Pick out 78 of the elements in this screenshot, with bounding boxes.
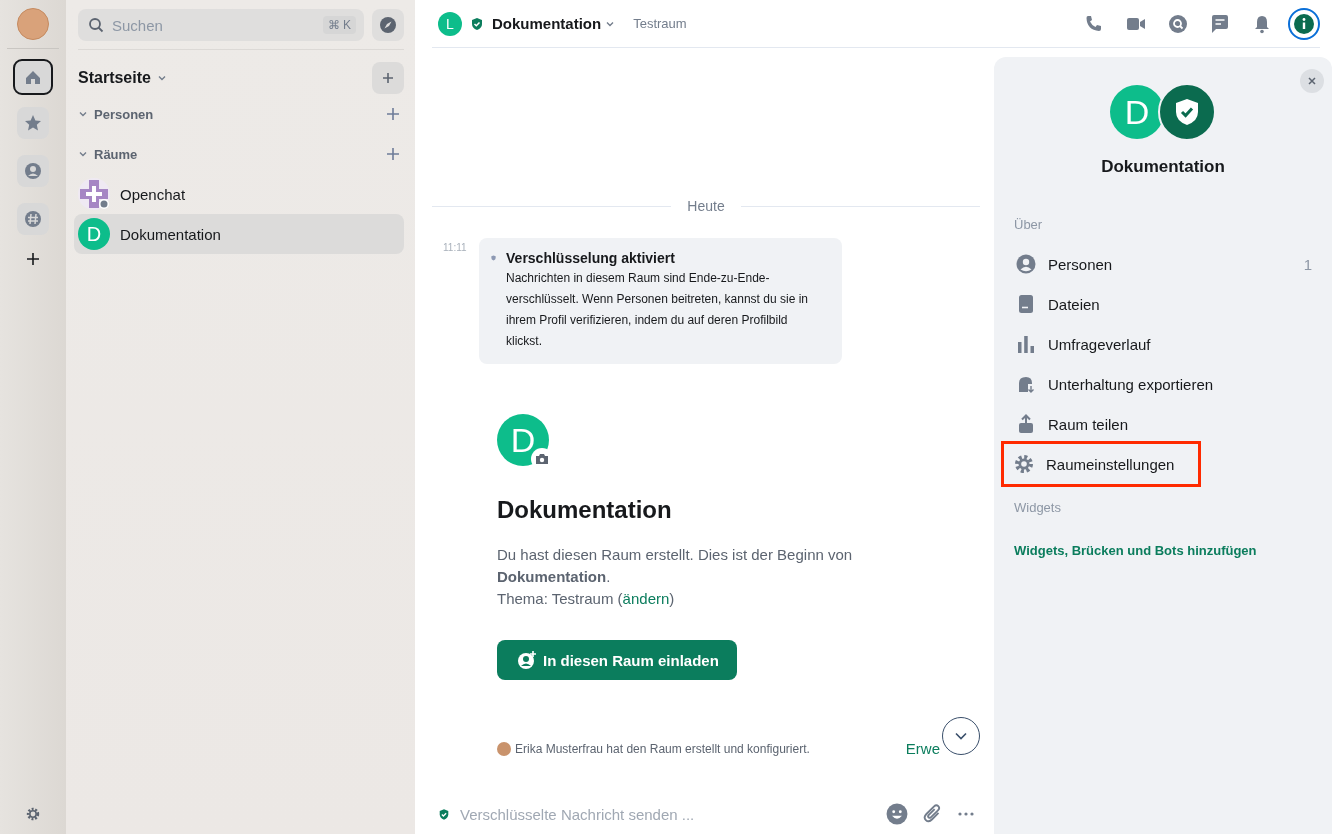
section-heading: Über bbox=[1014, 217, 1044, 232]
shortcut-hint: ⌘ K bbox=[322, 16, 356, 34]
shield-check-icon bbox=[470, 16, 484, 31]
member-count: 1 bbox=[1303, 255, 1312, 273]
room-title: Dokumentation bbox=[1100, 157, 1226, 177]
chat-icon bbox=[1210, 13, 1230, 34]
person-icon bbox=[23, 161, 43, 181]
bar-chart-icon bbox=[1016, 334, 1036, 354]
scroll-down-button[interactable] bbox=[942, 716, 980, 755]
home-menu-button[interactable]: Startseite bbox=[78, 69, 167, 87]
panel-menu-item[interactable]: Personen 1 bbox=[1014, 244, 1312, 284]
room-name-button[interactable]: Dokumentation bbox=[492, 15, 616, 32]
room-avatar: D bbox=[497, 414, 549, 466]
compass-icon bbox=[379, 16, 397, 34]
notice-title: Verschlüsselung aktiviert bbox=[506, 250, 676, 266]
change-topic-link[interactable]: ändern bbox=[622, 590, 670, 607]
expand-link[interactable]: Erwe bbox=[905, 740, 940, 757]
panel-menu-item[interactable]: Raum teilen bbox=[1014, 404, 1312, 444]
more-icon bbox=[958, 812, 974, 816]
plus-icon bbox=[25, 251, 41, 267]
search-icon bbox=[88, 17, 104, 33]
add-button[interactable] bbox=[386, 147, 400, 161]
close-icon bbox=[1307, 76, 1317, 86]
more-options-button[interactable] bbox=[958, 812, 974, 816]
panel-menu-item[interactable]: Unterhaltung exportieren bbox=[1014, 364, 1312, 404]
settings-icon bbox=[1014, 454, 1034, 474]
room-title: Dokumentation bbox=[497, 496, 673, 524]
camera-icon bbox=[535, 453, 549, 465]
add-button[interactable] bbox=[372, 62, 404, 94]
close-button[interactable] bbox=[1300, 69, 1324, 93]
plus-icon bbox=[381, 71, 395, 85]
plus-icon bbox=[386, 107, 400, 121]
hash-icon bbox=[23, 209, 43, 229]
emoji-button[interactable] bbox=[886, 803, 908, 825]
explore-button[interactable] bbox=[372, 9, 404, 41]
panel-menu-item[interactable]: Umfrageverlauf bbox=[1014, 324, 1312, 364]
room-name: Openchat bbox=[120, 185, 186, 203]
plus-icon bbox=[386, 147, 400, 161]
room-avatar: L bbox=[438, 11, 462, 36]
room-logo-icon bbox=[78, 178, 110, 210]
room-topic: Testraum bbox=[633, 16, 687, 31]
invite-button[interactable]: In diesen Raum einladen bbox=[497, 640, 737, 680]
section-header[interactable]: Räume bbox=[78, 146, 138, 162]
notice-text: Nachrichten in diesem Raum sind Ende-zu-Ende-verschlüsselt. Wenn Personen beitreten, kannst du sie in ihrem Profil verifizieren, indem du auf deren Profilbild klickst. bbox=[506, 270, 809, 350]
space-button[interactable] bbox=[13, 59, 53, 95]
shield-check-icon bbox=[1173, 97, 1201, 127]
phone-icon bbox=[1084, 13, 1104, 34]
chevron-down-icon bbox=[156, 73, 167, 83]
add-widgets-link[interactable]: Widgets, Brücken und Bots hinzufügen bbox=[1014, 543, 1312, 558]
section-heading: Widgets bbox=[1014, 500, 1062, 515]
info-icon bbox=[1294, 13, 1314, 34]
settings-icon bbox=[25, 806, 41, 822]
room-item[interactable]: Openchat bbox=[74, 174, 404, 214]
add-space-button[interactable] bbox=[25, 251, 41, 267]
star-icon bbox=[23, 113, 43, 133]
add-person-icon bbox=[517, 650, 537, 670]
event-summary: Erika Musterfrau hat den Raum erstellt und konfiguriert. bbox=[515, 741, 811, 756]
user-avatar[interactable] bbox=[17, 8, 49, 40]
add-button[interactable] bbox=[386, 107, 400, 121]
room-avatar: D bbox=[78, 218, 110, 250]
room-intro-text: Du hast diesen Raum erstellt. Dies ist der Beginn von Dokumentation. Thema: Testraum (ändern) bbox=[497, 545, 854, 609]
settings-button[interactable] bbox=[25, 806, 41, 822]
panel-menu-item[interactable]: Dateien bbox=[1014, 284, 1312, 324]
person-icon bbox=[1016, 254, 1036, 274]
header-button[interactable] bbox=[1288, 7, 1320, 40]
document-icon bbox=[1016, 294, 1036, 314]
panel-menu-item[interactable]: Raumeinstellungen bbox=[1004, 444, 1198, 484]
room-name: Dokumentation bbox=[120, 225, 221, 243]
smiley-icon bbox=[886, 803, 908, 825]
chat-download-icon bbox=[1016, 374, 1036, 394]
timestamp: 11:11 bbox=[442, 241, 468, 255]
room-item[interactable]: D Dokumentation bbox=[74, 214, 404, 254]
user-avatar bbox=[497, 741, 511, 756]
date-separator: Heute bbox=[687, 198, 725, 214]
share-icon bbox=[1016, 414, 1036, 434]
shield-check-icon bbox=[438, 807, 450, 821]
search-icon bbox=[1168, 13, 1188, 34]
section-header[interactable]: Personen bbox=[78, 106, 154, 122]
